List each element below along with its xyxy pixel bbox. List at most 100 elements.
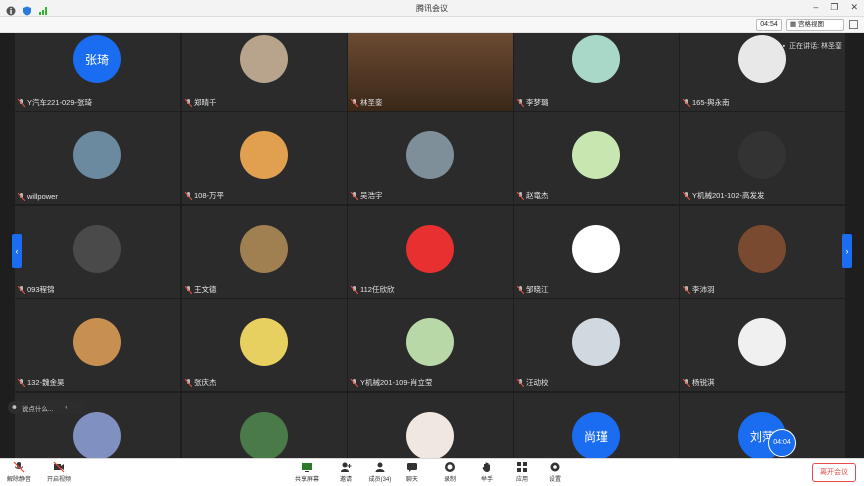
participant-name-row: 张庆杰 (184, 377, 217, 388)
participant-tile[interactable]: 林圣銮 (348, 33, 513, 111)
participant-name: 132-魏金昊 (27, 378, 65, 387)
participant-name-row: 郑晴千 (184, 97, 217, 108)
raise-hand-label: 举手 (480, 477, 493, 483)
participant-tile[interactable]: 108-万平 (182, 112, 347, 204)
mic-muted-icon (17, 98, 26, 107)
close-icon[interactable]: ✕ (850, 2, 858, 13)
start-video-label: 开启视频 (46, 477, 71, 483)
members-button[interactable]: 成员(34) (365, 461, 395, 485)
participant-tile[interactable] (182, 393, 347, 460)
start-video-button[interactable]: 开启视频 (44, 461, 74, 485)
participant-name-row: 112任欣欣 (350, 284, 394, 295)
participant-tile[interactable]: 王文德 (182, 206, 347, 298)
view-mode-button[interactable]: ▦ 宫格视图 (786, 19, 844, 31)
mic-muted-icon (682, 191, 691, 200)
participant-tile[interactable]: 赵竜杰 (514, 112, 679, 204)
participant-name-row: 杨锐淇 (682, 377, 715, 388)
participant-name: willpower (27, 192, 58, 201)
participant-name: 吴浩宇 (360, 191, 383, 200)
participant-name-row: 王文德 (184, 284, 217, 295)
participant-tile[interactable]: Y机械201-102-高发发 (680, 112, 845, 204)
mic-muted-icon (682, 378, 691, 387)
fullscreen-icon[interactable] (849, 20, 858, 29)
participant-tile[interactable]: 112任欣欣 (348, 206, 513, 298)
mic-muted-icon (350, 191, 359, 200)
participant-avatar (73, 131, 121, 179)
participant-tile[interactable]: 杨锐淇 (680, 299, 845, 391)
participant-avatar (738, 225, 786, 273)
apps-label: 应用 (515, 477, 528, 483)
mic-muted-icon (516, 191, 525, 200)
window-controls: – ❐ ✕ (813, 2, 858, 13)
participant-tile[interactable]: 吴浩宇 (348, 112, 513, 204)
participant-tile[interactable] (348, 393, 513, 460)
participant-tile[interactable]: 张庆杰 (182, 299, 347, 391)
mic-muted-icon (184, 191, 193, 200)
participant-name: Y机械201-102-高发发 (692, 191, 765, 200)
meeting-timer: 04:54 (756, 19, 782, 31)
participant-tile[interactable]: 李沛羽 (680, 206, 845, 298)
record-icon (445, 462, 455, 472)
members-icon (375, 462, 385, 472)
invite-label: 邀请 (339, 477, 352, 483)
self-view-bubble[interactable]: 04:04 (768, 429, 796, 457)
camera-off-icon (53, 461, 65, 473)
unmute-button[interactable]: 解除静音 (4, 461, 34, 485)
participant-name-row: willpower (17, 192, 58, 201)
participant-avatar (738, 131, 786, 179)
next-page-arrow[interactable]: › (842, 234, 852, 268)
participant-name: 林圣銮 (360, 98, 383, 107)
participant-name-row: 邹晓江 (516, 284, 549, 295)
mic-muted-icon (184, 378, 193, 387)
participant-tile[interactable]: 刘萍 (680, 393, 845, 460)
record-button[interactable]: 录制 (435, 461, 465, 485)
restore-icon[interactable]: ❐ (830, 2, 838, 13)
share-screen-button[interactable]: 共享屏幕 (292, 461, 322, 485)
participant-avatar (572, 35, 620, 83)
participant-avatar (240, 412, 288, 460)
invite-button[interactable]: 邀请 (331, 461, 361, 485)
mic-muted-icon (350, 378, 359, 387)
participant-name: 李梦璐 (526, 98, 549, 107)
participant-avatar (406, 318, 454, 366)
mic-muted-icon (184, 285, 193, 294)
settings-button[interactable]: 设置 (540, 461, 570, 485)
chat-quick-input[interactable]: ☻ 说点什么... ‹ (8, 401, 84, 414)
participant-name-row: 李沛羽 (682, 284, 715, 295)
raise-hand-button[interactable]: 举手 (472, 461, 502, 485)
speaker-avatar-icon: ▪ (782, 42, 786, 50)
participant-tile[interactable]: 邹晓江 (514, 206, 679, 298)
share-screen-label: 共享屏幕 (294, 477, 319, 483)
participant-tile[interactable]: willpower (15, 112, 180, 204)
participant-tile[interactable]: 张琦 Y汽车221-029-张琦 (15, 33, 180, 111)
chat-button[interactable]: 聊天 (397, 461, 427, 485)
chat-label: 聊天 (405, 477, 418, 483)
mic-muted-icon (350, 98, 359, 107)
settings-label: 设置 (548, 477, 561, 483)
participant-name-row: Y机械201-102-高发发 (682, 190, 765, 201)
leave-meeting-button[interactable]: 离开会议 (812, 463, 856, 482)
chevron-left-icon[interactable]: ‹ (65, 404, 67, 411)
participant-name-row: 汪动校 (516, 377, 549, 388)
participant-avatar (240, 131, 288, 179)
participant-tile[interactable]: 郑晴千 (182, 33, 347, 111)
participant-avatar (240, 318, 288, 366)
participant-tile[interactable]: 汪动校 (514, 299, 679, 391)
participant-avatar (73, 225, 121, 273)
participant-avatar (240, 35, 288, 83)
participant-name: Y机械201-109-肖立莹 (360, 378, 433, 387)
previous-page-arrow[interactable]: ‹ (12, 234, 22, 268)
participant-tile[interactable]: 李梦璐 (514, 33, 679, 111)
participant-tile[interactable]: Y机械201-109-肖立莹 (348, 299, 513, 391)
participant-name: 邹晓江 (526, 285, 549, 294)
participant-name: 165-舆永南 (692, 98, 730, 107)
participant-name-row: 李梦璐 (516, 97, 549, 108)
minimize-icon[interactable]: – (813, 2, 818, 13)
participant-tile[interactable]: 尚瑾 (514, 393, 679, 460)
participant-tile[interactable]: 093程锦 (15, 206, 180, 298)
participant-avatar (572, 318, 620, 366)
apps-button[interactable]: 应用 (507, 461, 537, 485)
video-grid: 张琦 Y汽车221-029-张琦 郑晴千 林圣銮 李梦璐 165-舆永南 willpower… (0, 33, 864, 460)
mic-muted-icon (350, 285, 359, 294)
participant-tile[interactable]: 132-魏金昊 (15, 299, 180, 391)
